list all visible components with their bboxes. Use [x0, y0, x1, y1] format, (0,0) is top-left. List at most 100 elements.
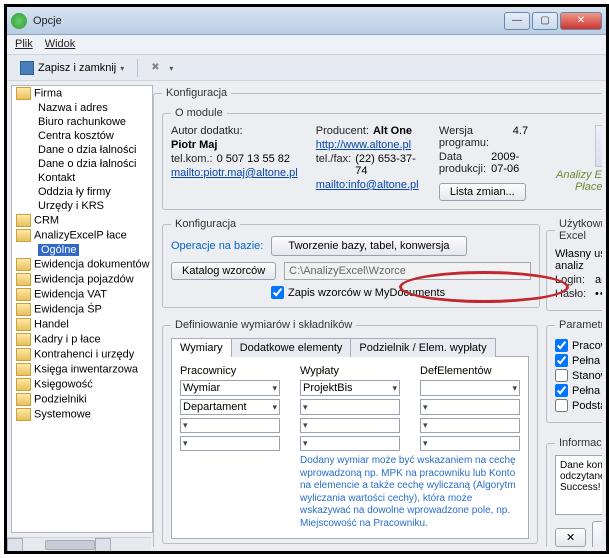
tab-wymiary[interactable]: Wymiary	[171, 338, 232, 357]
hdr-wyplaty: Wypłaty	[300, 365, 400, 377]
tree-item[interactable]: Urzędy i KRS	[12, 199, 152, 213]
tab-podzielnik[interactable]: Podzielnik / Elem. wypłaty	[350, 338, 495, 357]
menu-file[interactable]: Plik	[15, 38, 33, 51]
tree-item[interactable]: Oddzia ły firmy	[12, 185, 152, 199]
save-and-close-label: Zapisz i zamknij	[38, 62, 116, 74]
p1-label: Pełna nazwa wydziału	[572, 355, 602, 367]
tab-body: Pracownicy Wypłaty DefElementów Wymiar P…	[171, 357, 529, 539]
tree-item[interactable]: Nazwa i adres	[12, 101, 152, 115]
brand-chart-icon	[595, 125, 602, 167]
prod-label: Producent:	[316, 125, 369, 137]
tree-item[interactable]: Kontakt	[12, 171, 152, 185]
close-button[interactable]: ✕	[560, 12, 602, 30]
tree-item[interactable]: Ewidencja pojazdów	[12, 272, 152, 287]
save-icon	[20, 61, 34, 75]
ver-label: Wersja programu:	[439, 125, 509, 149]
login-label: Login:	[555, 274, 591, 286]
tree-item[interactable]: Ewidencja VAT	[12, 287, 152, 302]
p0-checkbox[interactable]	[555, 339, 568, 352]
tree-firma[interactable]: Firma	[12, 86, 152, 101]
zapisz-ustawienia-button[interactable]: Zapisz ustawienia	[592, 521, 602, 547]
tree-item[interactable]: Księgowość	[12, 377, 152, 392]
chevron-down-icon	[120, 62, 124, 74]
tree-item[interactable]: Centra kosztów	[12, 129, 152, 143]
tree-item[interactable]: Kadry i p łace	[12, 332, 152, 347]
dd-prac-3[interactable]	[180, 436, 280, 451]
own-user-label: Własny user dla analiz	[555, 248, 602, 272]
sql-legend: Użytkownik SQL dla arkusza Excel	[555, 218, 602, 242]
hdr-pracownicy: Pracownicy	[180, 365, 280, 377]
p4-checkbox[interactable]	[555, 399, 568, 412]
titlebar: Opcje — ▢ ✕	[7, 7, 606, 35]
tools-dropdown[interactable]	[144, 58, 180, 78]
clear-info-button[interactable]: ✕	[555, 528, 586, 547]
katalog-wzorcow-button[interactable]: Katalog wzorców	[171, 262, 276, 280]
hscrollbar[interactable]	[7, 537, 151, 551]
dd-def-2[interactable]	[420, 418, 520, 433]
date-label: Data produkcji:	[439, 151, 487, 175]
konf-legend: Konfiguracja	[171, 218, 240, 230]
dd-def-1[interactable]	[420, 399, 520, 415]
params-group: Parametry Pracownik razem z kodem Pełna …	[546, 319, 602, 423]
mail-author-link[interactable]: mailto:piotr.maj@altone.pl	[171, 167, 298, 179]
hint-text: Dodany wymiar może być wskazaniem na cec…	[300, 455, 520, 530]
dd-wyp-3[interactable]	[300, 436, 400, 451]
omodule-legend: O module	[171, 107, 227, 119]
hdr-defel: DefElementów	[420, 365, 520, 377]
info-text: Dane konfiguracji pomyślnie odczytane. S…	[555, 455, 602, 515]
katalog-path: C:\AnalizyExcel\Wzorce	[284, 262, 531, 280]
tree-aep-ogolne[interactable]: Ogólne	[12, 243, 152, 257]
dd-def-3[interactable]	[420, 436, 520, 451]
brand-name: Analizy Excel PłaceTabela Przestawna	[546, 169, 602, 193]
menubar: Plik Widok	[7, 35, 606, 55]
login-value: analizy	[595, 274, 602, 286]
fax-label: tel./fax:	[316, 153, 351, 177]
p0-label: Pracownik razem z kodem	[572, 340, 602, 352]
dd-prac-1[interactable]: Departament	[180, 399, 280, 415]
lista-zmian-button[interactable]: Lista zmian...	[439, 183, 526, 201]
maximize-button[interactable]: ▢	[532, 12, 558, 30]
tab-dodatkowe[interactable]: Dodatkowe elementy	[231, 338, 352, 357]
tworzenie-bazy-button[interactable]: Tworzenie bazy, tabel, konwersja	[271, 236, 466, 256]
tree-crm[interactable]: CRM	[12, 213, 152, 228]
minimize-button[interactable]: —	[504, 12, 530, 30]
dd-wyp-1[interactable]	[300, 399, 400, 415]
tools-icon	[151, 61, 165, 75]
tree-item[interactable]: Ewidencja ŚP	[12, 302, 152, 317]
params-legend: Parametry	[555, 319, 602, 331]
tree-item[interactable]: Dane o dzia łalności	[12, 157, 152, 171]
tree-item[interactable]: Biuro rachunkowe	[12, 115, 152, 129]
ver-value: 4.7	[513, 125, 528, 149]
tree-item[interactable]: Kontrahenci i urzędy	[12, 347, 152, 362]
info-legend: Informacje	[555, 437, 602, 449]
menu-view[interactable]: Widok	[45, 38, 76, 51]
tree-item[interactable]: Księga inwentarzowa	[12, 362, 152, 377]
tel-value: 0 507 13 55 82	[217, 153, 290, 165]
nav-tree[interactable]: Firma Nazwa i adres Biuro rachunkowe Cen…	[11, 85, 153, 533]
haslo-label: Hasło:	[555, 288, 591, 300]
prod-value: Alt One	[373, 125, 412, 137]
dd-wyp-0[interactable]: ProjektBis	[300, 380, 400, 396]
p3-checkbox[interactable]	[555, 384, 568, 397]
tree-aep[interactable]: AnalizyExcelP łace	[12, 228, 152, 243]
info-group: Informacje Dane konfiguracji pomyślnie o…	[546, 437, 602, 547]
tree-item[interactable]: Systemowe	[12, 407, 152, 422]
omodule-group: O module Autor dodatku: Piotr Maj tel.ko…	[162, 107, 602, 210]
www-link[interactable]: http://www.altone.pl	[316, 139, 411, 151]
p1-checkbox[interactable]	[555, 354, 568, 367]
p2-checkbox[interactable]	[555, 369, 568, 382]
separator	[137, 59, 138, 77]
tree-item[interactable]: Podzielniki	[12, 392, 152, 407]
tree-item[interactable]: Dane o dzia łalności	[12, 143, 152, 157]
tree-item[interactable]: Handel	[12, 317, 152, 332]
mail-info-link[interactable]: mailto:info@altone.pl	[316, 179, 419, 191]
konfiguracja-legend: Konfiguracja	[162, 87, 231, 99]
zapis-mydocs-checkbox[interactable]	[271, 286, 284, 299]
dd-prac-2[interactable]	[180, 418, 280, 433]
dd-def-0[interactable]	[420, 380, 520, 396]
def-tabs: Wymiary Dodatkowe elementy Podzielnik / …	[171, 337, 529, 357]
tree-item[interactable]: Ewidencja dokumentów	[12, 257, 152, 272]
dd-wyp-2[interactable]	[300, 418, 400, 433]
dd-prac-0[interactable]: Wymiar	[180, 380, 280, 396]
save-and-close-button[interactable]: Zapisz i zamknij	[13, 58, 131, 78]
